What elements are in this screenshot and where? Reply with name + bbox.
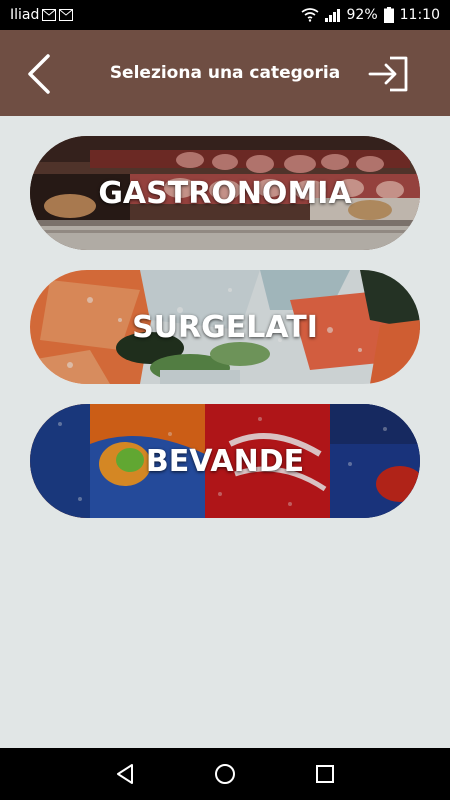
category-bevande[interactable]: BEVANDE [30, 404, 420, 518]
wifi-icon [301, 8, 319, 22]
back-triangle-icon[interactable] [113, 762, 137, 786]
navigation-bar [0, 748, 450, 800]
status-bar: Iliad 92% 11:10 [0, 0, 450, 30]
status-left: Iliad [10, 7, 74, 23]
battery-icon [383, 7, 394, 23]
category-gastronomia[interactable]: GASTRONOMIA [30, 136, 420, 250]
category-label: BEVANDE [145, 443, 305, 479]
recents-square-icon[interactable] [313, 762, 337, 786]
login-icon [368, 56, 408, 92]
back-button[interactable] [22, 52, 58, 96]
clock: 11:10 [399, 7, 440, 23]
message-icon [42, 9, 57, 21]
category-label: SURGELATI [132, 309, 318, 345]
home-circle-icon[interactable] [213, 762, 237, 786]
chevron-left-icon [28, 54, 50, 94]
page-title: Seleziona una categoria [109, 63, 341, 83]
app-bar: Seleziona una categoria [0, 30, 450, 116]
carrier-name: Iliad [10, 7, 40, 23]
battery-label: 92% [346, 7, 378, 23]
login-button[interactable] [368, 56, 410, 92]
message-icon [59, 9, 74, 21]
category-label: GASTRONOMIA [98, 175, 352, 211]
category-surgelati[interactable]: SURGELATI [30, 270, 420, 384]
category-list: GASTRONOMIA SURGELATI BEVANDE [30, 136, 420, 538]
signal-icon [324, 8, 341, 22]
status-right: 92% 11:10 [301, 7, 440, 23]
